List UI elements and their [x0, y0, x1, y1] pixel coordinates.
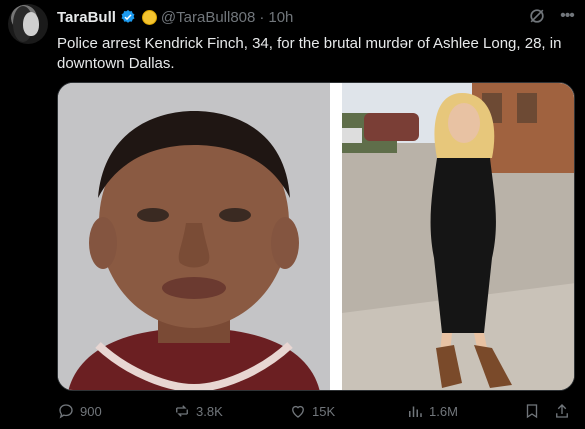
- tweet-header: TaraBull @TaraBull808 · 10h: [57, 7, 293, 27]
- share-icon: [556, 404, 568, 418]
- bookmark-button[interactable]: [523, 400, 541, 422]
- verified-badge-icon: [121, 10, 135, 23]
- views-count: 1.6M: [429, 403, 458, 419]
- like-button[interactable]: 15K: [289, 400, 335, 422]
- like-icon: [292, 405, 304, 418]
- views-icon: [409, 406, 422, 417]
- author-name[interactable]: TaraBull: [57, 9, 116, 26]
- like-count: 15K: [312, 403, 336, 419]
- bookmark-icon: [526, 404, 538, 419]
- victim-photo[interactable]: [342, 83, 574, 390]
- repost-button[interactable]: 3.8K: [173, 400, 223, 422]
- tweet-text: Police arrest Kendrick Finch, 34, for th…: [57, 35, 562, 72]
- share-button[interactable]: [553, 400, 571, 422]
- photo-divider: [330, 83, 342, 390]
- mugshot-illustration: [58, 83, 330, 390]
- repost-count: 3.8K: [196, 403, 223, 419]
- reply-icon: [59, 404, 73, 419]
- victim-illustration: [342, 83, 574, 390]
- reply-button[interactable]: 900: [57, 400, 102, 422]
- author-handle[interactable]: @TaraBull808: [161, 9, 255, 26]
- more-icon[interactable]: •••: [557, 6, 577, 26]
- separator-dot: ·: [259, 8, 265, 26]
- tweet-timestamp[interactable]: 10h: [268, 9, 293, 26]
- smiley-emoji-icon: [141, 9, 157, 25]
- author-avatar[interactable]: [8, 4, 48, 44]
- reply-count: 900: [80, 403, 102, 419]
- repost-icon: [176, 405, 188, 417]
- avatar-face: [23, 12, 39, 36]
- tweet-media[interactable]: [57, 82, 575, 391]
- grok-icon[interactable]: [527, 6, 547, 26]
- views-button[interactable]: 1.6M: [406, 400, 458, 422]
- tweet-actions: 900 3.8K 15K 1.6M: [57, 400, 577, 422]
- mugshot-photo[interactable]: [58, 83, 330, 390]
